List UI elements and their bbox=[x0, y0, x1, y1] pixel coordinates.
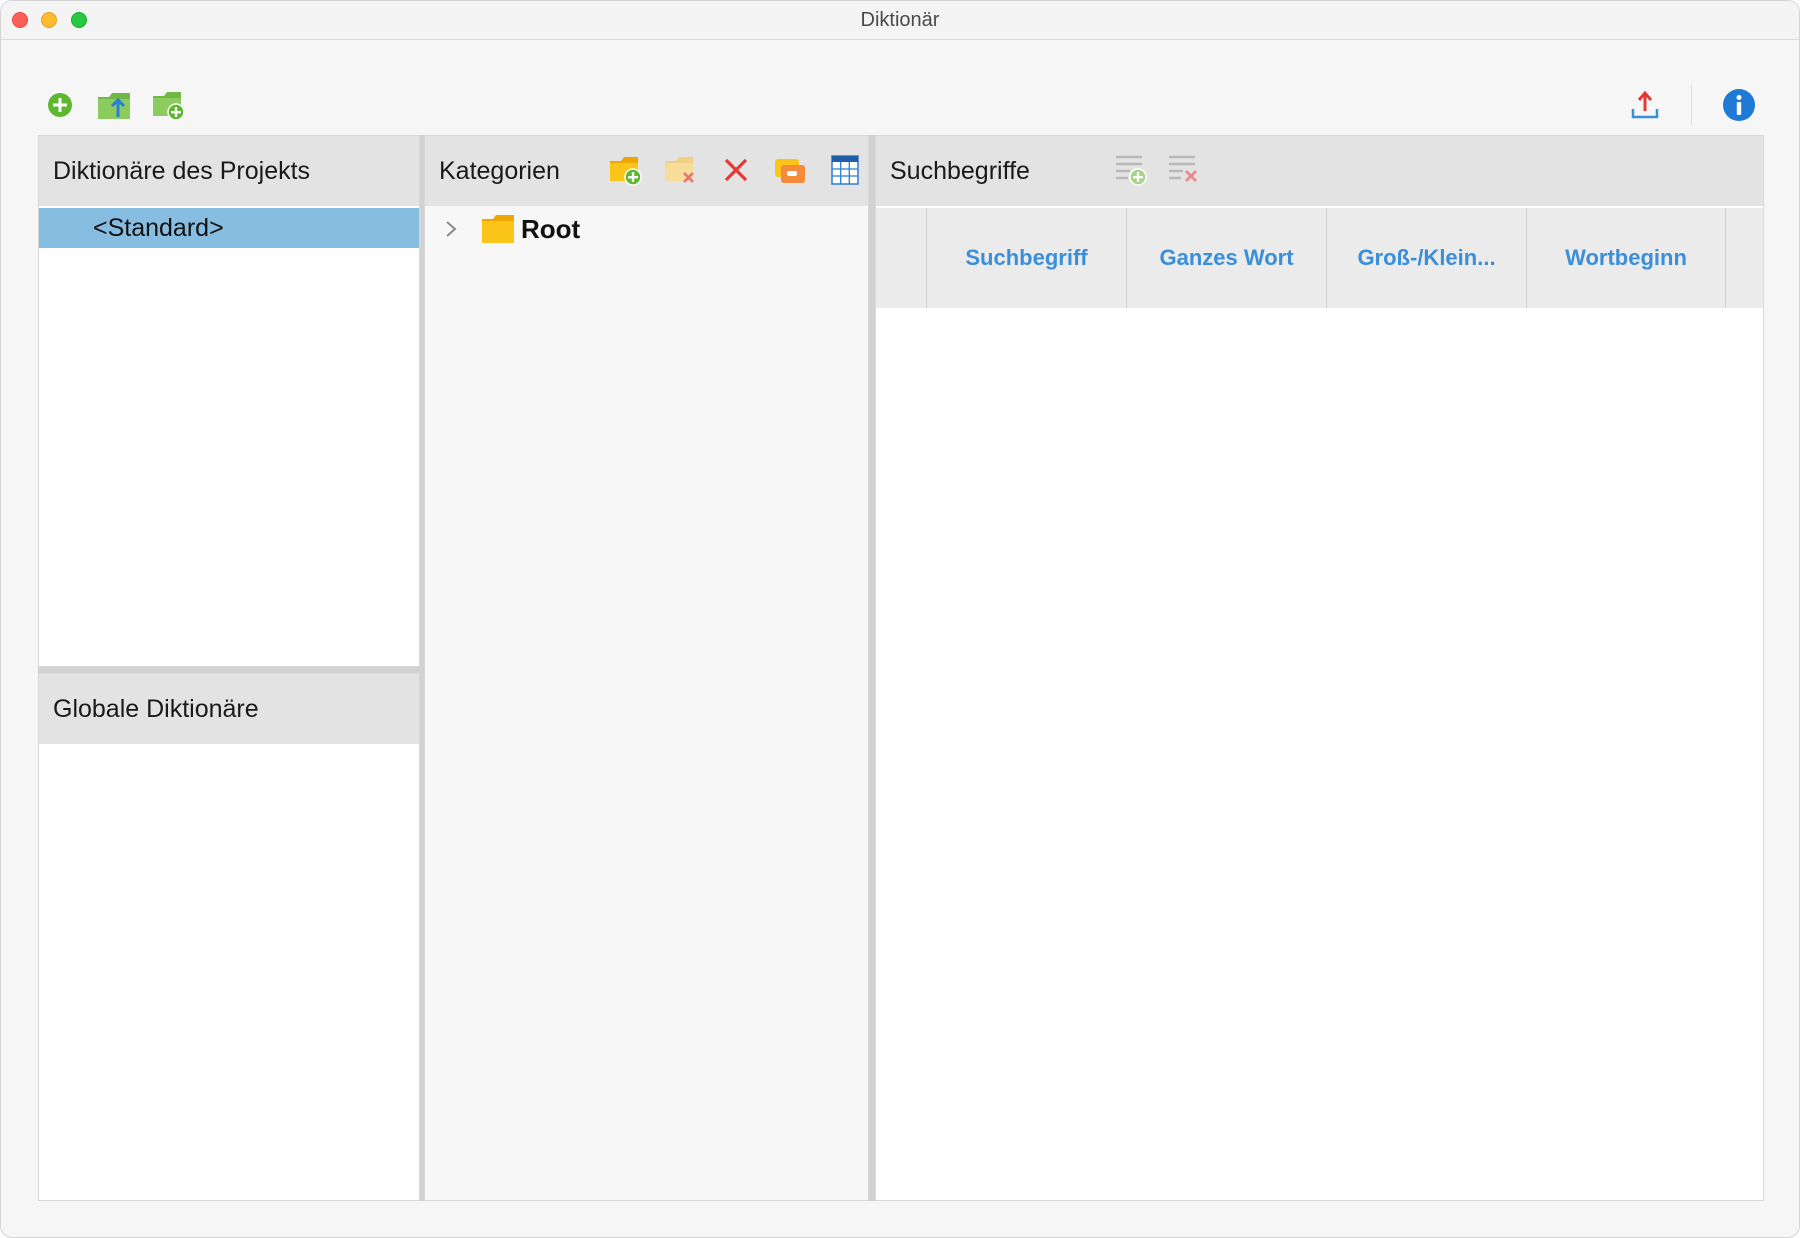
delete-icon bbox=[724, 158, 748, 182]
toolbar-separator bbox=[1691, 85, 1692, 125]
column-header-suchbegriff[interactable]: Suchbegriff bbox=[926, 208, 1126, 308]
list-add-icon bbox=[1116, 155, 1147, 186]
remove-category-button[interactable] bbox=[662, 150, 700, 190]
search-terms-panel: Suchbegriffe Suchbegriff Ganzes Wort Gro… bbox=[875, 135, 1764, 1201]
project-dictionaries-header: Diktionäre des Projekts bbox=[39, 136, 419, 206]
import-dictionary-button[interactable] bbox=[94, 85, 134, 125]
remove-search-term-button[interactable] bbox=[1165, 150, 1203, 190]
tree-item-label: Root bbox=[521, 214, 581, 244]
export-icon bbox=[1631, 90, 1659, 119]
global-dictionaries-header: Globale Diktionäre bbox=[39, 674, 419, 744]
table-icon bbox=[831, 155, 859, 185]
info-icon bbox=[1723, 89, 1755, 121]
info-button[interactable] bbox=[1719, 85, 1759, 125]
folder-upload-icon bbox=[98, 93, 130, 119]
column-header-wortbeginn[interactable]: Wortbeginn bbox=[1526, 208, 1726, 308]
search-terms-title: Suchbegriffe bbox=[890, 157, 1030, 185]
new-dictionary-folder-button[interactable] bbox=[149, 85, 189, 125]
categories-title: Kategorien bbox=[439, 157, 560, 185]
tree-item-root[interactable]: Root bbox=[425, 208, 868, 250]
add-dictionary-button[interactable] bbox=[40, 85, 80, 125]
expand-chevron-icon[interactable] bbox=[439, 214, 463, 244]
folder-rename-icon bbox=[775, 159, 805, 183]
delete-button[interactable] bbox=[717, 150, 755, 190]
search-terms-header: Suchbegriffe bbox=[876, 136, 1763, 206]
search-terms-table-header: Suchbegriff Ganzes Wort Groß-/Klein... W… bbox=[876, 208, 1763, 308]
categories-panel: Kategorien Root bbox=[424, 135, 869, 1201]
dictionary-item-standard[interactable]: <Standard> bbox=[39, 208, 419, 248]
folder-icon bbox=[482, 215, 514, 243]
add-circle-icon bbox=[48, 93, 72, 117]
add-search-term-button[interactable] bbox=[1112, 150, 1150, 190]
dictionary-window: Diktionär Diktionäre des Projekts <Stand… bbox=[0, 0, 1800, 1238]
project-dictionaries-panel: Diktionäre des Projekts <Standard> bbox=[38, 135, 420, 667]
column-header-gross-klein[interactable]: Groß-/Klein... bbox=[1326, 208, 1526, 308]
table-view-button[interactable] bbox=[826, 150, 864, 190]
window-title: Diktionär bbox=[860, 9, 940, 31]
rename-category-button[interactable] bbox=[771, 150, 809, 190]
list-remove-icon bbox=[1169, 155, 1197, 182]
title-bar: Diktionär bbox=[1, 1, 1799, 40]
folder-remove-icon bbox=[665, 157, 694, 183]
column-header-ganzes-wort[interactable]: Ganzes Wort bbox=[1126, 208, 1326, 308]
folder-add-icon bbox=[610, 157, 642, 186]
export-button[interactable] bbox=[1625, 85, 1665, 125]
global-dictionaries-panel: Globale Diktionäre bbox=[38, 673, 420, 1201]
add-category-button[interactable] bbox=[607, 150, 645, 190]
folder-add-icon bbox=[153, 92, 185, 121]
